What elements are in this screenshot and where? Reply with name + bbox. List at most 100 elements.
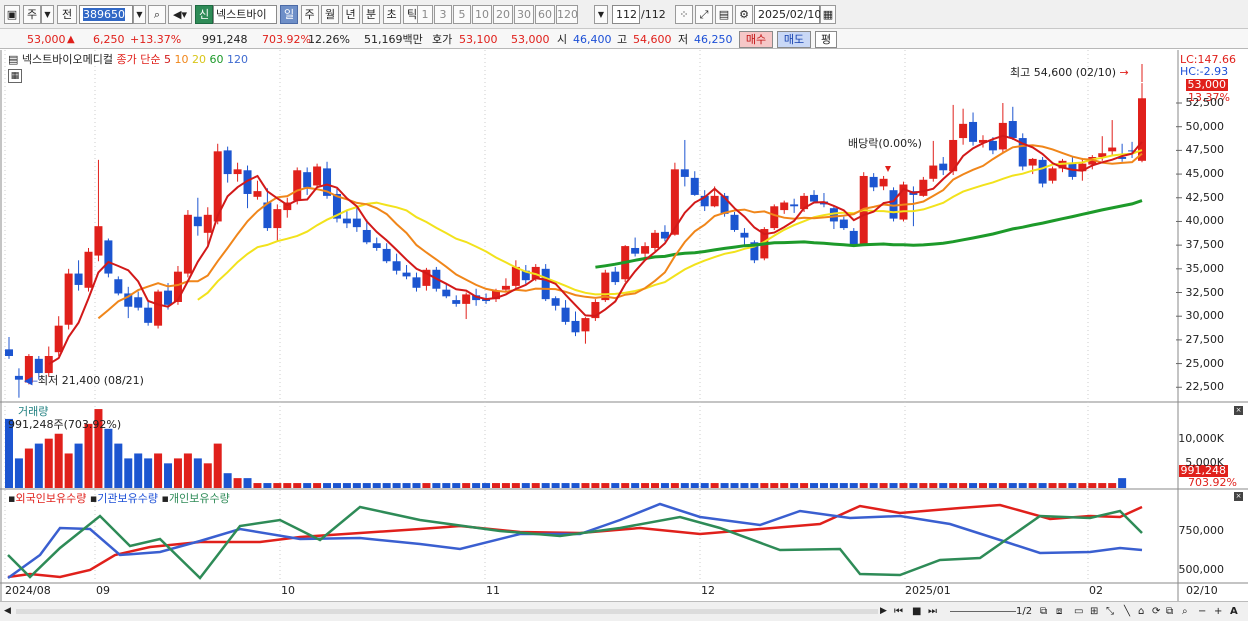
candle-body [273,209,282,229]
volume-bar [164,463,173,488]
layout-icon[interactable]: ⧉ [1040,604,1047,619]
stock-code-input[interactable]: 389650 [79,5,133,24]
volume-bar [988,483,997,488]
candle-body [511,266,520,286]
volume-bar [790,483,799,488]
sell-label: 매도 [783,33,805,46]
stop-icon[interactable]: ■ [912,604,921,619]
zoom-icon[interactable]: ⌕ [1182,604,1188,619]
buy-button[interactable]: 매수 [739,31,773,48]
prev-button[interactable]: 전 [57,5,77,24]
interval-button-10[interactable]: 10 [472,5,492,24]
count-input[interactable]: 112 [612,5,640,24]
indiv-holding-label: 개인보유수량 [168,492,230,505]
volume-bar [521,483,530,488]
save-icon[interactable]: ▤ [715,5,733,24]
gear-icon[interactable]: ⚙ [735,5,753,24]
candle-body [5,349,13,356]
candle-body [730,214,739,230]
interval-button-60[interactable]: 60 [535,5,555,24]
period-tab-4[interactable]: 분 [362,5,380,24]
interval-dropdown-icon[interactable]: ▼ [594,5,608,24]
candle-body [104,240,113,274]
period-tab-5[interactable]: 초 [382,5,401,24]
close-icon[interactable]: × [1234,492,1243,501]
candle-body [54,325,63,353]
search-icon[interactable]: ⌕ [148,5,166,24]
split-icon[interactable]: ⧈ [1056,604,1062,619]
eval-button[interactable]: 평 [815,31,837,48]
chevron-down-icon[interactable]: ▼ [41,5,54,24]
interval-button-1[interactable]: 1 [417,5,433,24]
low-annotation-text: 최저 21,400 (08/21) [37,374,144,387]
volume-bar [332,483,341,488]
minus-icon[interactable]: − [1198,604,1206,619]
volume-bar [183,453,192,488]
indiv-marker: ▪ [161,492,169,505]
volume-bar [561,483,570,488]
calendar-icon[interactable]: ▦ [820,5,836,24]
copy-icon[interactable]: ⧉ [1166,604,1173,619]
volume-bar [243,478,252,488]
period-tab-2[interactable]: 월 [321,5,339,24]
period-tab-1[interactable]: 주 [300,5,319,24]
speaker-icon[interactable]: ◀▾ [168,5,192,24]
interval-button-30[interactable]: 30 [514,5,534,24]
interval-button-20[interactable]: 20 [493,5,513,24]
open-label: 시 [557,33,568,46]
last-icon[interactable]: ⏭ [928,604,937,619]
price-tick-label: 45,000 [1185,167,1225,181]
code-dropdown-icon[interactable]: ▼ [133,5,146,24]
font-icon[interactable]: A [1230,604,1238,619]
price-tick-label: 42,500 [1185,190,1225,204]
sell-button[interactable]: 매도 [777,31,811,48]
date-tick-label: 2025/01 [905,584,951,597]
lock-icon[interactable]: ⌂ [1138,604,1144,619]
draw-icon[interactable]: ⤢ [695,5,713,24]
close-icon[interactable]: × [1234,406,1243,415]
interval-button-5[interactable]: 5 [453,5,471,24]
volume-bar [303,483,312,488]
date-input[interactable]: 2025/02/10 [754,5,822,24]
count-value: 112 [616,8,637,21]
period-tab-0[interactable]: 일 [280,5,298,24]
toolbar: ▣ 주 ▼ 전 389650 ▼ ⌕ ◀▾ 신 넥스트바이 일주월년분초틱 13… [0,0,1248,29]
volume-bar [601,483,610,488]
price-tick-label: 52,500 [1185,96,1225,109]
low-price: 46,250 [694,33,733,46]
window-icon[interactable]: ▭ [1074,604,1083,619]
volume-bar [114,443,123,488]
candle-body [879,178,888,187]
window-icon[interactable]: ▣ [4,5,20,24]
candle-body [154,291,163,326]
candle-body [1038,159,1047,184]
candle-body [959,123,968,139]
volume-tick-label: 10,000K [1178,431,1224,445]
volume-tick-label: 5,000K [1185,456,1224,470]
first-icon[interactable]: ⏮ [894,604,903,619]
period-tab-3[interactable]: 년 [341,5,360,24]
candle-body [233,169,242,175]
zoom-slider[interactable] [950,611,1016,612]
plus-icon[interactable]: + [1214,604,1222,619]
price-chart[interactable] [0,50,1248,601]
scrollbar-track[interactable] [16,609,878,614]
ruler-icon[interactable]: ⊞ [1090,604,1098,619]
volume-bar [482,483,491,488]
chart-type-select[interactable]: 주 [23,5,41,24]
resize-icon[interactable]: ⤡ [1106,604,1114,619]
scroll-right-icon[interactable]: ▶ [880,604,887,619]
date-value: 2025/02/10 [758,8,822,21]
legend-ma10: 10 [174,53,189,66]
interval-button-3[interactable]: 3 [434,5,452,24]
volume-bar [1028,483,1037,488]
price-tick-label: 30,000 [1185,309,1225,323]
volume-bar [591,483,600,488]
table-icon[interactable]: ▦ [8,69,22,83]
scroll-left-icon[interactable]: ◀ [4,604,11,619]
refresh-icon[interactable]: ⟳ [1152,604,1160,619]
line-icon[interactable]: ╲ [1124,604,1130,619]
grid-icon[interactable]: ⁘ [675,5,693,24]
legend-ma60: 60 [209,53,224,66]
interval-button-120[interactable]: 120 [556,5,578,24]
